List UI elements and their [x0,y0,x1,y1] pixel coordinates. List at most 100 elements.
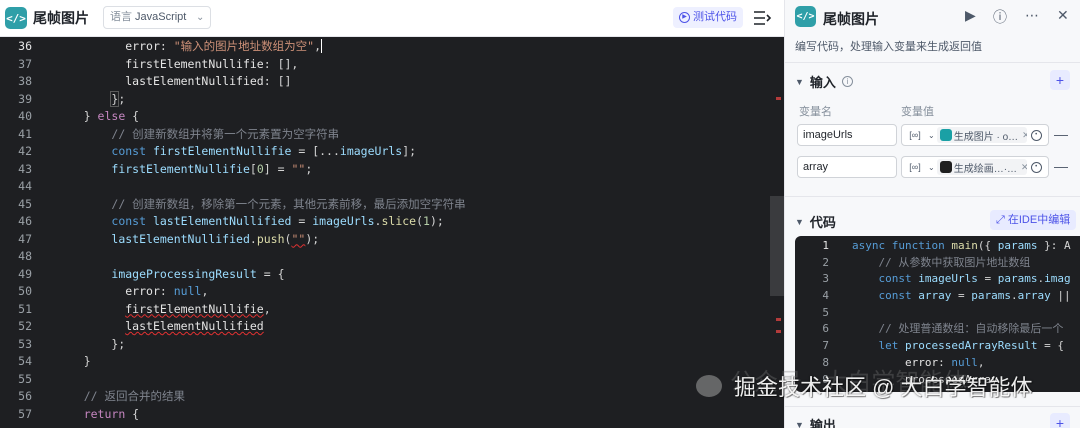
line-number: 5 [822,305,829,319]
line-number: 56 [18,389,32,403]
variable-name-input[interactable]: array [797,156,897,178]
code-line: let processedArrayResult = { [878,339,1064,353]
line-number: 47 [18,231,32,246]
code-line: lastElementNullified: [] [125,74,292,88]
edit-in-ide-label: 在IDE中编辑 [1007,214,1071,226]
code-line: // 创建新数组并将第一个元素置为空字符串 [111,126,340,141]
panel-description: 编写代码，处理输入变量来生成返回值 [795,41,982,53]
array-type-icon: [∞] [909,130,921,140]
variable-name-input[interactable]: imageUrls [797,124,897,146]
code-line: // 处理普通数组：自动移除最后一个 [878,322,1064,336]
more-icon[interactable]: ⋯ [1025,7,1039,24]
reference-tag-label: 生成绘画…·… [953,163,1018,175]
test-code-button[interactable]: ▶ 测试代码 [673,7,743,28]
editor-topbar: </> 尾帧图片 语言 JavaScript ⌄ ▶ 测试代码 [0,0,784,37]
editor-title: 尾帧图片 [33,10,89,26]
settings-circle-icon[interactable]: • [1030,161,1042,173]
code-line: const array = params.array || [878,289,1071,303]
code-line: lastElementNullified.push(""); [111,231,320,246]
remove-input-button[interactable]: — [1054,158,1068,174]
remove-tag-icon[interactable]: ✕ [1021,162,1027,173]
chevron-down-icon: ⌄ [928,162,935,172]
error-marker [776,318,781,321]
column-label-value: 变量值 [901,106,934,118]
chevron-down-icon: ▼ [795,216,804,227]
array-type-icon: [∞] [909,162,921,172]
code-line: }; [56,336,126,351]
run-icon[interactable]: ▶ [965,7,976,24]
code-line: // 从参数中获取图片地址数组 [878,255,1031,269]
line-number: 49 [18,266,32,281]
help-icon[interactable]: ⓘ [993,7,1007,27]
line-number: 43 [18,161,32,176]
chevron-down-icon: ▼ [795,76,804,87]
error-marker [776,330,781,333]
collapse-menu-icon[interactable] [752,8,772,28]
code-line: return { [83,406,140,421]
output-section-header[interactable]: ▼ 输出 [795,415,836,428]
line-number: 53 [18,336,32,351]
output-section-title: 输出 [809,418,836,428]
edit-in-ide-button[interactable]: ⤢ 在IDE中编辑 [990,210,1077,230]
code-editor-panel: </> 尾帧图片 语言 JavaScript ⌄ ▶ 测试代码 36 37 38 39 4… [0,0,784,428]
image-node-icon [939,129,952,141]
line-number: 40 [18,109,32,123]
column-label-name: 变量名 [799,106,832,118]
chevron-down-icon: ⌄ [195,12,205,23]
variable-value-select[interactable]: [∞] ⌄ 生成图片 · o… ✕ • [901,124,1049,146]
line-number: 41 [18,126,32,141]
code-node-icon: </> [5,7,27,29]
reference-tag: 生成绘画…·… ✕ [936,159,1027,175]
chevron-down-icon: ⌄ [928,130,935,140]
line-number: 52 [18,319,32,333]
close-icon[interactable]: ✕ [1057,7,1069,24]
code-section-title: 代码 [809,215,836,230]
paint-node-icon [939,161,952,173]
code-node-icon: </> [795,6,816,27]
info-icon[interactable]: i [841,76,853,87]
wechat-logo-icon [696,375,722,397]
panel-title: 尾帧图片 [823,11,879,27]
remove-input-button[interactable]: — [1054,126,1068,142]
input-section-title: 输入 [809,75,836,90]
language-select[interactable]: 语言 JavaScript ⌄ [103,6,212,29]
line-number: 44 [18,179,32,193]
variable-value-select[interactable]: [∞] ⌄ 生成绘画…·… ✕ • [901,156,1049,178]
line-number: 37 [18,56,32,71]
line-number: 36 [18,39,32,53]
line-number: 51 [18,301,32,316]
remove-tag-icon[interactable]: ✕ [1022,130,1027,141]
editor-scrollbar[interactable] [770,196,784,296]
line-number: 1 [822,239,829,252]
line-number: 57 [18,406,32,421]
divider [785,196,1080,197]
line-number-gutter: 36 37 38 39 40 41 42 43 44 45 46 47 48 49 50 51 52 53 54 55… [0,38,48,423]
line-number: 45 [18,196,32,211]
code-line: async function main({ params }: A [852,239,1071,252]
line-number: 38 [18,74,32,88]
add-input-button[interactable]: + [1050,70,1070,90]
add-output-button[interactable]: + [1050,413,1070,428]
code-content[interactable]: error: "输入的图片地址数组为空", firstElementNullif… [56,38,784,423]
error-marker [776,97,781,100]
code-line: error: null, [125,284,209,298]
code-line: } [56,354,91,368]
code-line: error: "输入的图片地址数组为空", [125,39,323,53]
input-section-header[interactable]: ▼ 输入 i [795,72,853,91]
watermark-text: 掘金技术社区 @ 大白学智能体 [734,375,1033,400]
code-section-header[interactable]: ▼ 代码 [795,212,836,231]
divider [785,62,1080,63]
code-line: const firstElementNullifie = [...imageUr… [111,144,417,158]
divider [785,406,1080,407]
line-number: 55 [18,371,32,386]
settings-circle-icon[interactable]: • [1030,129,1042,141]
line-number: 2 [822,255,829,269]
watermark: 掘金技术社区 @ 大白学智能体 [696,370,1033,402]
code-line: }; [110,90,126,107]
line-number: 42 [18,144,32,158]
code-line: const imageUrls = params.imag [878,272,1071,286]
reference-tag-label: 生成图片 · o… [953,131,1019,143]
language-select-value: JavaScript [135,11,187,23]
